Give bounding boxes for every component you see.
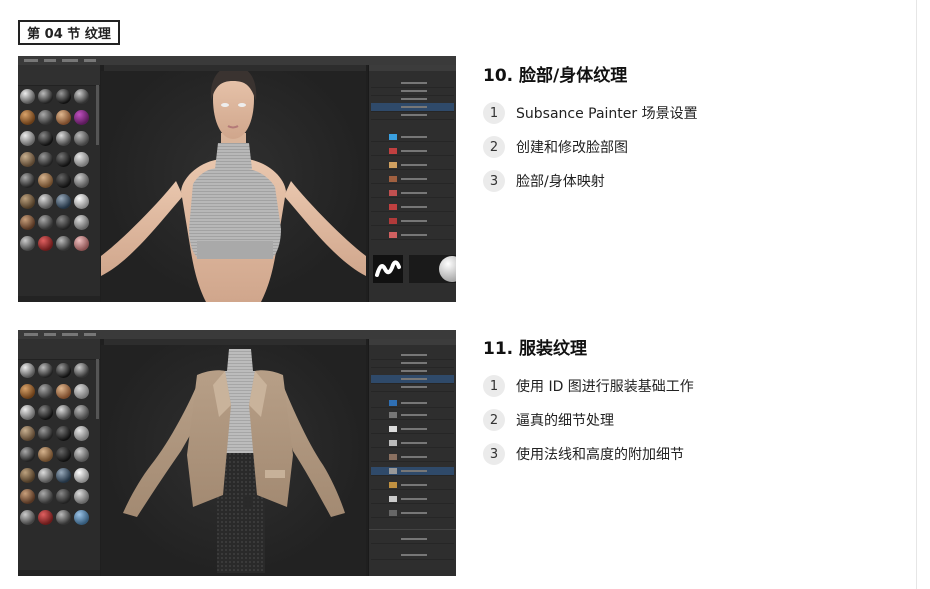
section-tag: 第 04 节 纹理 [18,20,120,45]
list-item-text: 使用 ID 图进行服装基础工作 [516,379,694,395]
list-item: 2 逼真的细节处理 [483,403,694,437]
material-shelf [18,339,100,576]
model-female-blazer [123,349,345,573]
screenshot-face-body-texture [18,56,456,302]
3d-viewport[interactable] [101,71,366,302]
material-shelf [18,65,100,302]
app-menubar [18,330,456,339]
number-badge: 3 [483,170,505,192]
list-item: 3 使用法线和高度的附加细节 [483,437,694,471]
lesson-item-list: 1 使用 ID 图进行服装基础工作 2 逼真的细节处理 3 使用法线和高度的附加… [483,369,694,471]
lesson-title: 11. 服装纹理 [483,339,588,359]
number-badge: 1 [483,375,505,397]
number-badge: 2 [483,136,505,158]
list-item: 2 创建和修改脸部图 [483,130,698,164]
number-badge: 3 [483,443,505,465]
lesson-title: 10. 脸部/身体纹理 [483,66,628,86]
list-item-text: 逼真的细节处理 [516,413,614,429]
list-item-text: 使用法线和高度的附加细节 [516,447,684,463]
material-ball-grid [20,89,91,251]
3d-viewport[interactable] [101,345,366,576]
number-badge: 2 [483,409,505,431]
material-ball-grid [20,363,91,525]
page-edge-divider [916,0,917,589]
app-menubar [18,56,456,65]
lesson-item-list: 1 Subsance Painter 场景设置 2 创建和修改脸部图 3 脸部/… [483,96,698,198]
list-item-text: 创建和修改脸部图 [516,140,628,156]
list-item: 1 使用 ID 图进行服装基础工作 [483,369,694,403]
brush-stroke-preview [373,255,403,283]
list-item-text: Subsance Painter 场景设置 [516,106,698,122]
list-item-text: 脸部/身体映射 [516,174,605,190]
layer-stack-panel [368,339,456,576]
list-item: 3 脸部/身体映射 [483,164,698,198]
screenshot-clothing-texture [18,330,456,576]
material-preview [409,255,456,283]
number-badge: 1 [483,102,505,124]
list-item: 1 Subsance Painter 场景设置 [483,96,698,130]
layer-stack-panel [368,65,456,302]
model-female-crop-top [101,71,366,302]
